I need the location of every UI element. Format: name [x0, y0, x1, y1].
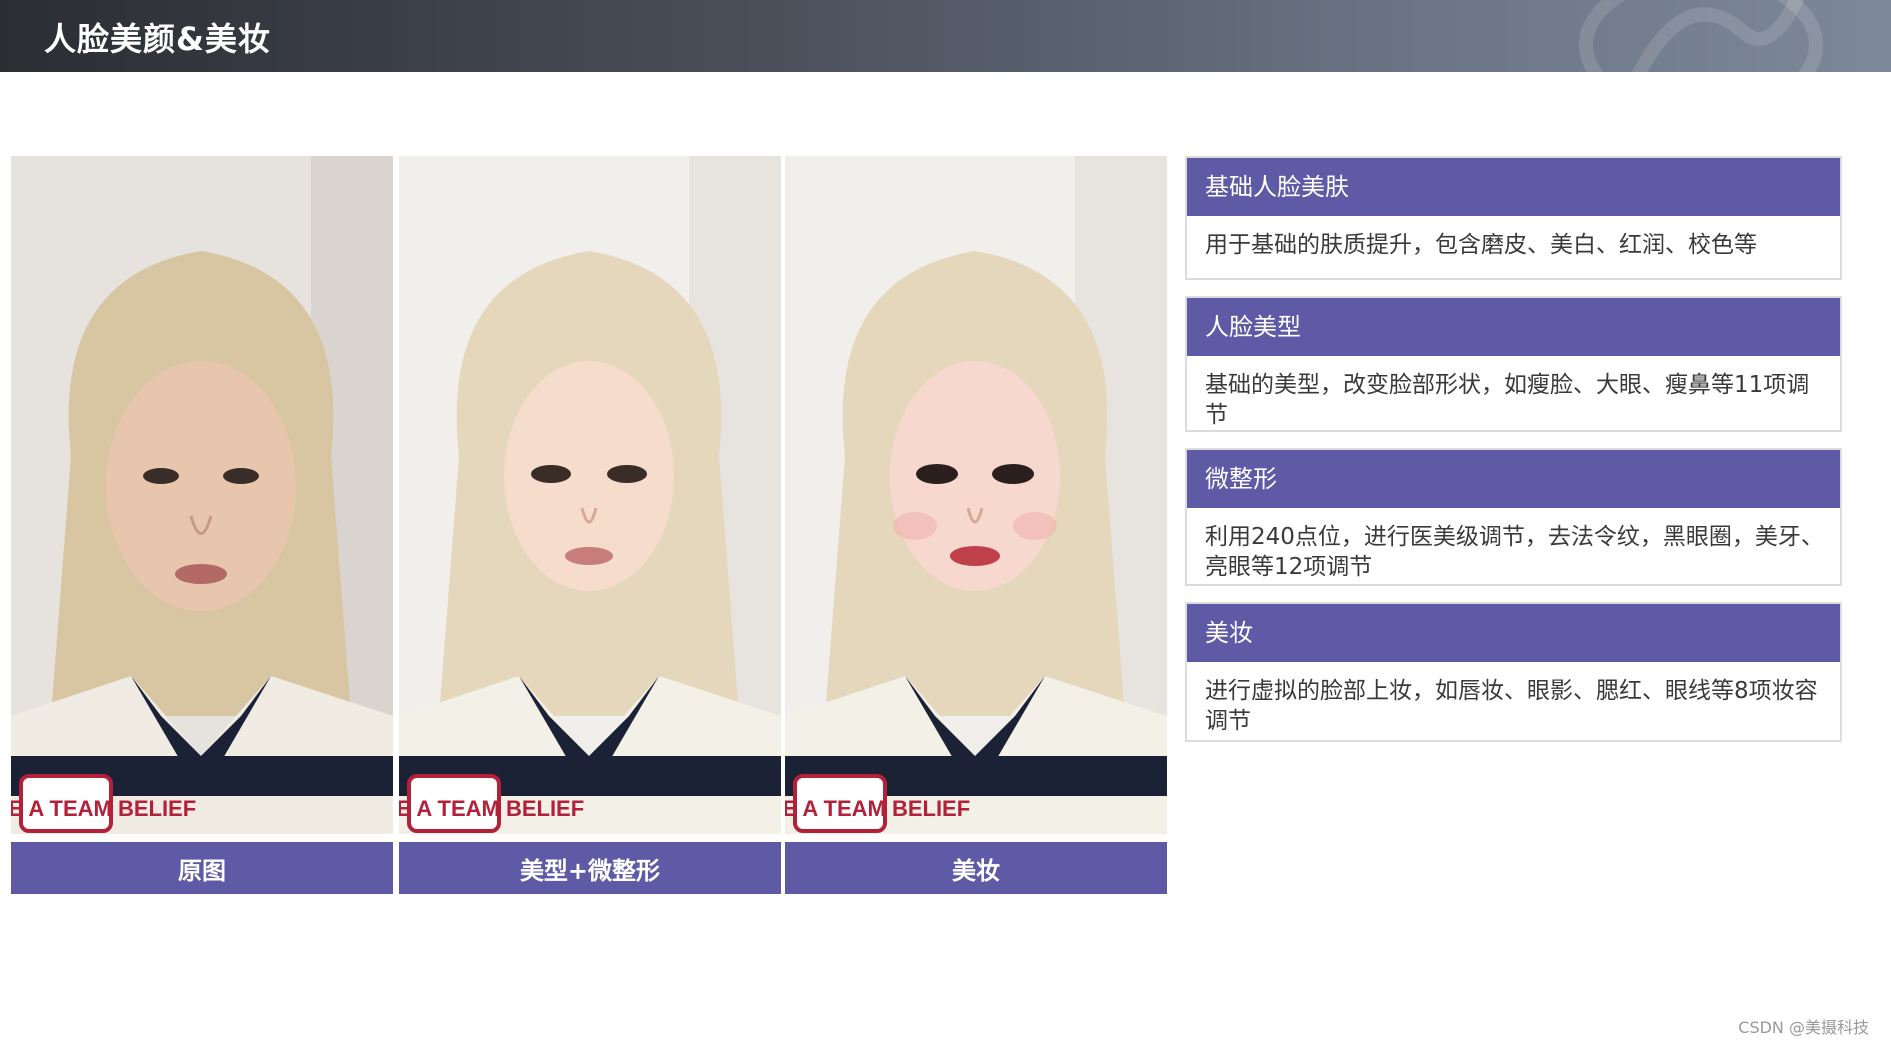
portrait-original-image: WE ARE A TEAM BELIEF — [11, 156, 393, 834]
caption-reshape: 美型+微整形 — [399, 842, 781, 894]
feature-title: 微整形 — [1187, 450, 1840, 508]
shirt-logo-text: WE ARE A TEAM BELIEF — [399, 796, 584, 821]
watermark-text: CSDN @美摄科技 — [1738, 1018, 1869, 1037]
feature-description: 进行虚拟的脸部上妆，如唇妆、眼影、腮红、眼线等8项妆容调节 — [1205, 678, 1818, 734]
feature-card-reshape: 人脸美型 基础的美型，改变脸部形状，如瘦脸、大眼、瘦鼻等11项调节 — [1185, 296, 1842, 432]
feature-description: 用于基础的肤质提升，包含磨皮、美白、红润、校色等 — [1205, 232, 1757, 258]
feature-title: 人脸美型 — [1187, 298, 1840, 356]
shirt-logo-text: WE ARE A TEAM BELIEF — [11, 796, 196, 821]
caption-original: 原图 — [11, 842, 393, 894]
portrait-image: WE ARE A TEAM BELIEF — [399, 156, 781, 834]
feature-title: 基础人脸美肤 — [1187, 158, 1840, 216]
page-title: 人脸美颜&美妆 — [44, 20, 271, 58]
caption-makeup: 美妆 — [785, 842, 1167, 894]
portrait-image: WE ARE A TEAM BELIEF — [785, 156, 1167, 834]
portrait-reshape-image: WE ARE A TEAM BELIEF — [399, 156, 781, 834]
feature-description: 基础的美型，改变脸部形状，如瘦脸、大眼、瘦鼻等11项调节 — [1205, 372, 1810, 428]
feature-card-skin: 基础人脸美肤 用于基础的肤质提升，包含磨皮、美白、红润、校色等 — [1185, 156, 1842, 280]
header-bar: 人脸美颜&美妆 — [0, 0, 1891, 72]
feature-description: 利用240点位，进行医美级调节，去法令纹，黑眼圈，美牙、亮眼等12项调节 — [1205, 524, 1824, 580]
feature-title: 美妆 — [1187, 604, 1840, 662]
feature-card-makeup: 美妆 进行虚拟的脸部上妆，如唇妆、眼影、腮红、眼线等8项妆容调节 — [1185, 602, 1842, 742]
portrait-makeup-image: WE ARE A TEAM BELIEF — [785, 156, 1167, 834]
portrait-image: WE ARE A TEAM BELIEF — [11, 156, 393, 834]
feature-card-micro: 微整形 利用240点位，进行医美级调节，去法令纹，黑眼圈，美牙、亮眼等12项调节 — [1185, 448, 1842, 586]
brand-logo-icon — [1579, 0, 1823, 72]
shirt-logo-text: WE ARE A TEAM BELIEF — [785, 796, 970, 821]
